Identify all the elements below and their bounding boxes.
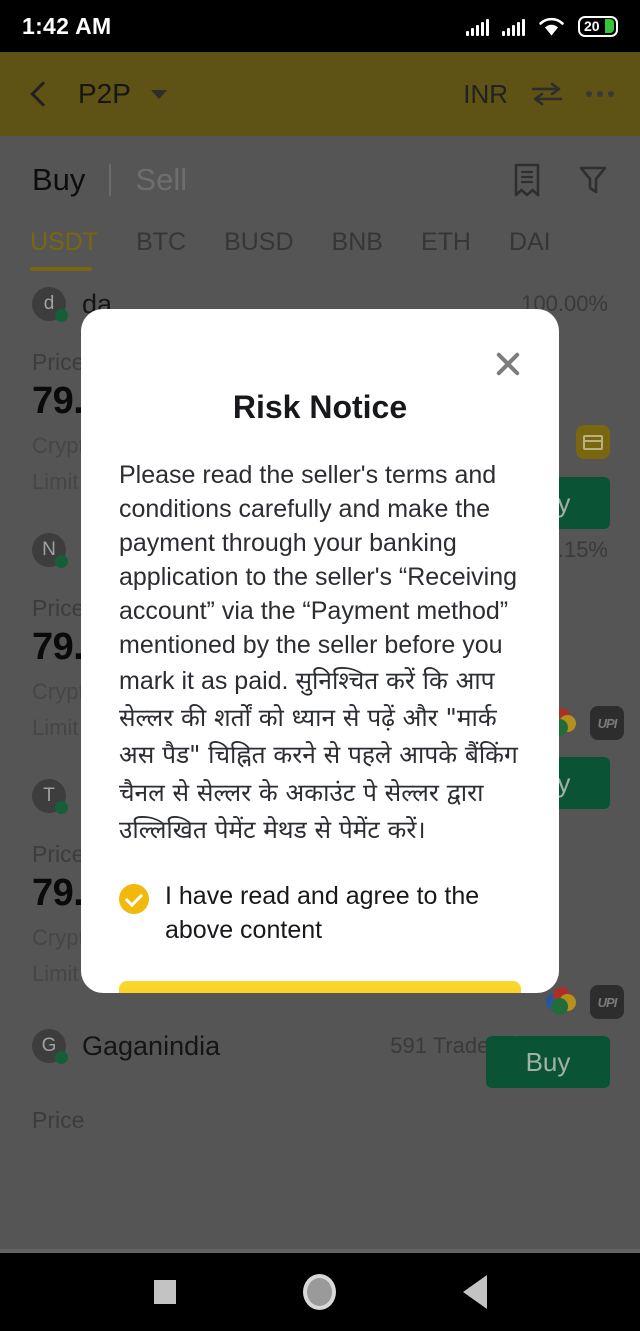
close-icon[interactable]	[491, 347, 525, 381]
dialog-body: Please read the seller's terms and condi…	[119, 458, 521, 848]
phone-screen: 1:42 AM 20 P2P INR Buy Sell USDT BTC BUS…	[0, 0, 640, 1331]
signal-bars-icon	[466, 17, 489, 36]
dialog-body-english: Please read the seller's terms and condi…	[119, 461, 518, 695]
wifi-icon	[539, 17, 564, 35]
battery-icon: 20	[578, 15, 618, 37]
circle-home-icon[interactable]	[302, 1274, 336, 1310]
square-recents-icon[interactable]	[153, 1280, 176, 1304]
confirm-button[interactable]: Confirm	[119, 981, 521, 993]
agree-label: I have read and agree to the above conte…	[165, 882, 480, 944]
status-bar-time: 1:42 AM	[22, 12, 112, 39]
risk-notice-dialog: Risk Notice Please read the seller's ter…	[81, 309, 559, 993]
system-nav-bar	[0, 1253, 640, 1331]
triangle-back-icon[interactable]	[462, 1275, 487, 1309]
check-circle-icon[interactable]	[119, 884, 149, 915]
agree-checkbox-row[interactable]: I have read and agree to the above conte…	[119, 880, 521, 947]
status-bar-icons: 20	[466, 15, 618, 37]
status-bar: 1:42 AM 20	[0, 0, 640, 52]
signal-bars-icon-2	[502, 17, 525, 36]
dialog-title: Risk Notice	[232, 389, 408, 425]
